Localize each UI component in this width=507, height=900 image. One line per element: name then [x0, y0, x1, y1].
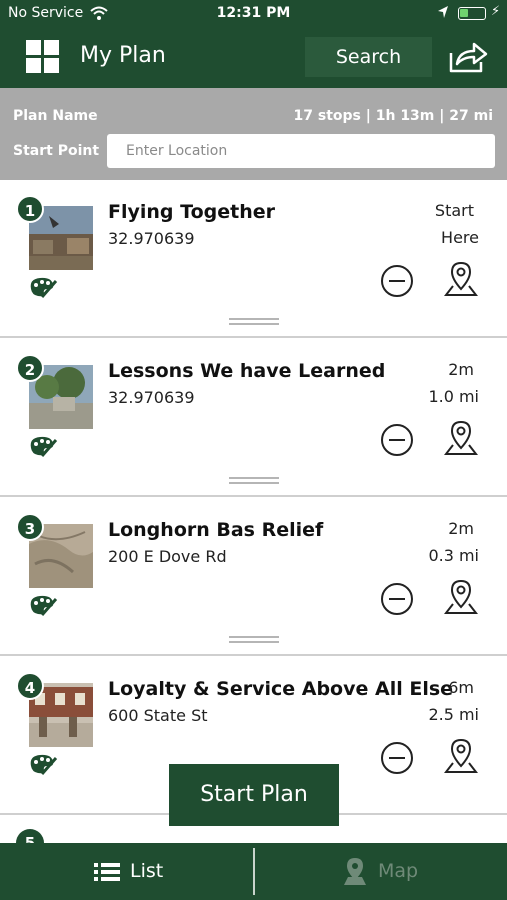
charging-icon: ⚡: [491, 4, 501, 19]
art-palette-icon: [30, 277, 58, 298]
start-plan-button[interactable]: Start Plan: [169, 764, 339, 826]
search-button[interactable]: Search: [305, 37, 432, 77]
remove-circle-icon[interactable]: [380, 741, 414, 775]
stop-time: 2m: [448, 360, 474, 379]
page-title: My Plan: [80, 43, 166, 68]
art-palette-icon: [30, 595, 58, 616]
stop-distance: Here: [441, 228, 479, 247]
stop-address: 600 State St: [108, 706, 208, 725]
list-icon: [94, 863, 120, 881]
start-point-label: Start Point: [13, 143, 100, 159]
remove-circle-icon[interactable]: [380, 423, 414, 457]
tab-list[interactable]: List: [0, 843, 253, 900]
tab-map[interactable]: Map: [255, 843, 507, 900]
plan-stats: 17 stops | 1h 13m | 27 mi: [293, 108, 493, 124]
stop-name: Longhorn Bas Relief: [108, 519, 324, 541]
stop-name: Lessons We have Learned: [108, 360, 386, 382]
art-palette-icon: [30, 436, 58, 457]
map-pin-icon[interactable]: [444, 737, 478, 775]
remove-circle-icon[interactable]: [380, 582, 414, 616]
map-pin-icon[interactable]: [444, 578, 478, 616]
share-icon[interactable]: [448, 40, 488, 74]
stop-number-badge: 2: [16, 354, 44, 382]
stop-time: Start: [434, 201, 474, 220]
drag-handle[interactable]: [229, 318, 279, 326]
map-pin-icon: [344, 858, 366, 885]
tab-map-label: Map: [378, 860, 419, 882]
stop-distance: 0.3 mi: [428, 546, 479, 565]
plan-name-label: Plan Name: [13, 108, 98, 124]
stop-number-badge: 1: [16, 195, 44, 223]
battery-icon: [458, 7, 486, 20]
stop-time: 6m: [448, 678, 474, 697]
stop-address: 32.970639: [108, 388, 195, 407]
start-location-input[interactable]: [107, 134, 495, 168]
plan-info-panel: Plan Name 17 stops | 1h 13m | 27 mi Star…: [0, 88, 507, 180]
app-header: My Plan Search: [0, 28, 507, 88]
stop-address: 32.970639: [108, 229, 195, 248]
map-pin-icon[interactable]: [444, 260, 478, 298]
stop-distance: 2.5 mi: [428, 705, 479, 724]
stop-address: 200 E Dove Rd: [108, 547, 227, 566]
location-arrow-icon: [438, 6, 448, 18]
tab-list-label: List: [130, 860, 164, 882]
stop-number-badge: 4: [16, 672, 44, 700]
stop-number-badge: 3: [16, 513, 44, 541]
status-bar: No Service 12:31 PM ⚡: [0, 0, 507, 28]
list-item[interactable]: 3 Longhorn Bas Relief 200 E Dove Rd 2m 0…: [0, 498, 507, 656]
stop-distance: 1.0 mi: [428, 387, 479, 406]
stop-name: Flying Together: [108, 201, 275, 223]
list-item[interactable]: 1 Flying Together 32.970639 Start Here: [0, 180, 507, 338]
art-palette-icon: [30, 754, 58, 775]
clock: 12:31 PM: [216, 5, 291, 21]
stop-number-badge: 5: [16, 829, 44, 843]
remove-circle-icon[interactable]: [380, 264, 414, 298]
menu-grid-icon[interactable]: [26, 40, 60, 74]
drag-handle[interactable]: [229, 477, 279, 485]
list-item[interactable]: 2 Lessons We have Learned 32.970639 2m 1…: [0, 339, 507, 497]
drag-handle[interactable]: [229, 636, 279, 644]
bottom-tab-bar: List Map: [0, 843, 507, 900]
stop-time: 2m: [448, 519, 474, 538]
map-pin-icon[interactable]: [444, 419, 478, 457]
